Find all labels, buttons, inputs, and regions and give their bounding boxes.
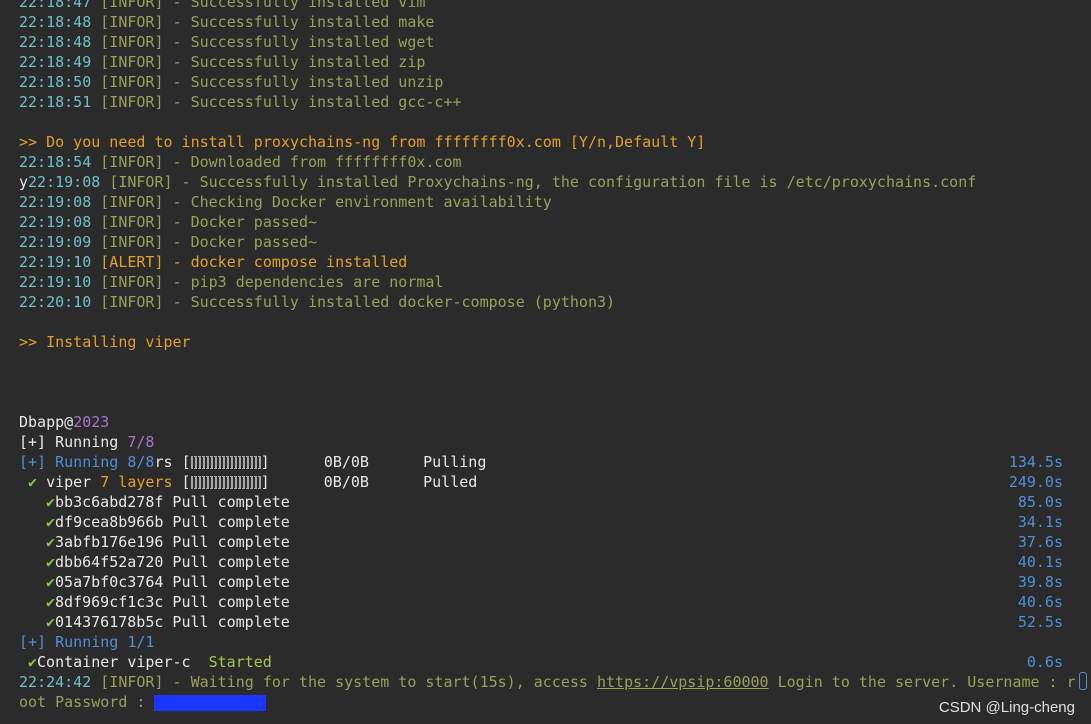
running-status-line: [+] Running 1/1 [19, 633, 155, 651]
log-line: 22:18:48 [INFOR] - Successfully installe… [19, 13, 435, 31]
check-icon: ✔ [28, 473, 38, 491]
layer-row: ✔014376178b5c Pull complete [46, 613, 290, 631]
check-icon: ✔ [46, 613, 56, 631]
progress-bar [190, 456, 261, 469]
layer-row: ✔05a7bf0c3764 Pull complete [46, 573, 290, 591]
log-line: 22:18:49 [INFOR] - Successfully installe… [19, 53, 426, 71]
check-icon: ✔ [46, 553, 56, 571]
running-status-line: [+] Running 7/8 [19, 433, 155, 451]
check-icon: ✔ [46, 493, 56, 511]
layer-row: ✔dbb64f52a720 Pull complete [46, 553, 290, 571]
terminal-window[interactable]: 22:18:47 [INFOR] - Successfully installe… [0, 0, 1091, 724]
log-line: 22:19:08 [INFOR] - Checking Docker envir… [19, 193, 552, 211]
watermark: CSDN @Ling-cheng [938, 699, 1075, 716]
layer-row: ✔bb3c6abd278f Pull complete [46, 493, 290, 511]
access-url-link[interactable]: https://vpsip:60000 [597, 673, 769, 691]
password-line: oot Password : [19, 692, 267, 712]
check-icon: ✔ [46, 593, 56, 611]
layer-row: ✔df9cea8b966b Pull complete [46, 513, 290, 531]
check-icon: ✔ [46, 533, 56, 551]
check-icon: ✔ [46, 513, 56, 531]
password-hint-line: Dbapp@2023 [19, 413, 110, 431]
check-icon: ✔ [28, 653, 38, 671]
log-line: 22:18:54 [INFOR] - Downloaded from fffff… [19, 153, 462, 171]
final-info-line: 22:24:42 [INFOR] - Waiting for the syste… [19, 673, 1076, 691]
viper-image-row: ✔ viper 7 layers [] 0B/0B Pulled [28, 473, 478, 491]
layer-row: ✔3abfb176e196 Pull complete [46, 533, 290, 551]
log-line: 22:19:09 [INFOR] - Docker passed~ [19, 233, 318, 251]
container-row: ✔Container viper-c Started [28, 653, 272, 671]
elapsed-time: 37.6s [1017, 533, 1063, 551]
log-line: 22:19:08 [INFOR] - Docker passed~ [19, 213, 318, 231]
elapsed-time: 40.1s [1017, 553, 1063, 571]
elapsed-time: 134.5s [1008, 453, 1063, 471]
log-line: 22:18:47 [INFOR] - Successfully installe… [19, 0, 426, 11]
elapsed-time: 34.1s [1017, 513, 1063, 531]
log-line: 22:18:48 [INFOR] - Successfully installe… [19, 33, 435, 51]
elapsed-time: 52.5s [1017, 613, 1063, 631]
progress-bar [190, 476, 261, 489]
elapsed-time: 40.6s [1017, 593, 1063, 611]
running-status-line: [+] Running 8/8rs [] 0B/0B Pulling [19, 453, 487, 471]
log-line: 22:18:50 [INFOR] - Successfully installe… [19, 73, 444, 91]
redacted-password [154, 694, 267, 711]
wrap-indicator-icon [1079, 672, 1087, 690]
installing-viper-line: >> Installing viper [19, 333, 191, 351]
log-line: 22:18:51 [INFOR] - Successfully installe… [19, 93, 462, 111]
alert-line: 22:19:10 [ALERT] - docker compose instal… [19, 253, 408, 271]
proxychains-prompt: >> Do you need to install proxychains-ng… [19, 133, 706, 151]
log-line: 22:20:10 [INFOR] - Successfully installe… [19, 293, 616, 311]
elapsed-time: 249.0s [1008, 473, 1063, 491]
elapsed-time: 85.0s [1017, 493, 1063, 511]
log-line: y22:19:08 [INFOR] - Successfully install… [19, 173, 977, 191]
log-line: 22:19:10 [INFOR] - pip3 dependencies are… [19, 273, 444, 291]
elapsed-time: 0.6s [1026, 653, 1063, 671]
elapsed-time: 39.8s [1017, 573, 1063, 591]
layer-row: ✔8df969cf1c3c Pull complete [46, 593, 290, 611]
check-icon: ✔ [46, 573, 56, 591]
